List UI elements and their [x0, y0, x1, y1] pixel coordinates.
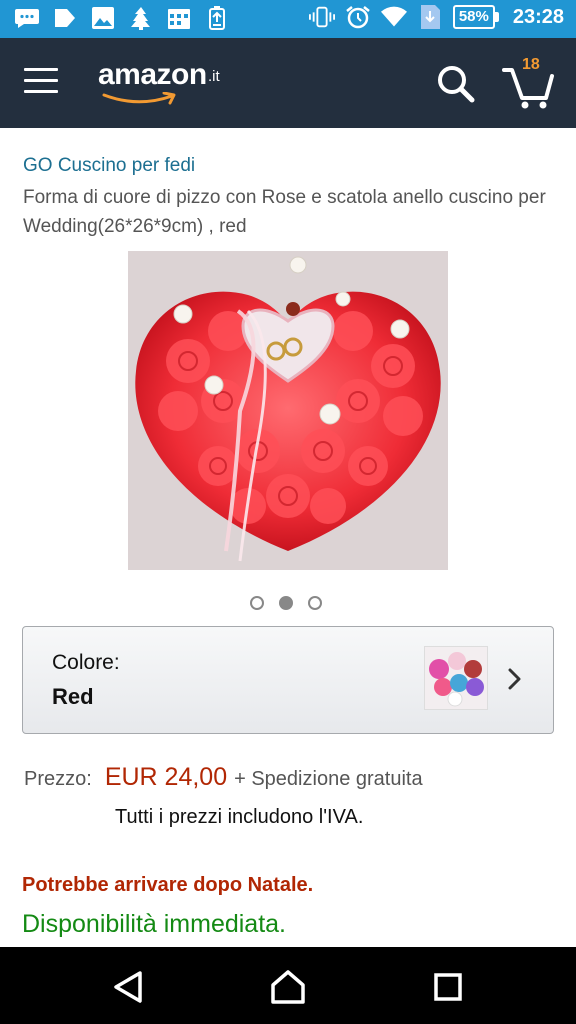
alarm-icon	[345, 5, 371, 29]
amazon-logo[interactable]: amazon .it	[98, 58, 238, 110]
clock: 23:28	[512, 5, 564, 28]
image-icon	[90, 6, 116, 30]
cart-button[interactable]: 18	[500, 56, 560, 110]
image-carousel-dots	[250, 596, 322, 610]
system-icons: 58% 23:28	[308, 5, 564, 29]
tree-icon	[128, 6, 154, 30]
battery-indicator: 58%	[452, 5, 499, 29]
carousel-dot[interactable]	[250, 596, 264, 610]
product-image[interactable]	[128, 251, 448, 570]
cart-count: 18	[522, 56, 540, 73]
carousel-dot[interactable]	[308, 596, 322, 610]
chat-icon	[14, 6, 40, 30]
vibrate-icon	[308, 5, 335, 29]
app-header: amazon .it 18	[0, 38, 576, 128]
carousel-dot-active[interactable]	[279, 596, 293, 610]
price-label: Prezzo:	[24, 768, 92, 790]
menu-icon	[24, 68, 64, 93]
search-icon	[438, 66, 475, 103]
logo-suffix: .it	[208, 68, 220, 85]
notification-icons	[14, 6, 230, 30]
brand-link[interactable]: GO Cuscino per fedi	[23, 155, 195, 177]
home-button[interactable]	[268, 969, 308, 1005]
home-icon	[271, 970, 305, 1004]
back-button[interactable]	[108, 969, 148, 1005]
color-swatch-thumbnail	[424, 646, 488, 710]
smile-arrow-icon	[102, 92, 176, 105]
price-value: EUR 24,00	[104, 763, 228, 791]
android-nav-bar	[0, 947, 576, 1024]
shipping-info: + Spedizione gratuita	[234, 768, 423, 790]
multicolor-hearts-image	[429, 652, 484, 707]
recents-button[interactable]	[428, 969, 468, 1005]
battery-saver-icon	[204, 6, 230, 30]
heart-rose-pillow-image	[128, 251, 448, 570]
messenger-icon	[52, 6, 78, 30]
chevron-right-icon	[508, 668, 521, 690]
product-title: Forma di cuore di pizzo con Rose e scato…	[23, 187, 546, 237]
back-icon	[114, 971, 142, 1003]
search-button[interactable]	[436, 64, 476, 104]
color-selector[interactable]: Colore: Red	[22, 626, 554, 734]
menu-button[interactable]	[24, 68, 64, 98]
vat-note: Tutti i prezzi includono l'IVA.	[115, 806, 364, 828]
price-row: Prezzo: EUR 24,00 + Spedizione gratuita	[24, 763, 423, 792]
recents-icon	[434, 973, 462, 1001]
status-bar: 58% 23:28	[0, 0, 576, 38]
download-icon	[417, 5, 443, 29]
calendar-icon	[166, 6, 192, 30]
color-label: Colore:	[52, 651, 120, 674]
color-value: Red	[52, 684, 94, 709]
logo-text: amazon	[98, 58, 207, 91]
availability-status: Disponibilità immediata.	[22, 910, 287, 938]
delivery-note: Potrebbe arrivare dopo Natale.	[22, 874, 314, 896]
wifi-icon	[380, 5, 407, 29]
battery-tip	[494, 12, 499, 22]
battery-level: 58%	[452, 5, 495, 29]
